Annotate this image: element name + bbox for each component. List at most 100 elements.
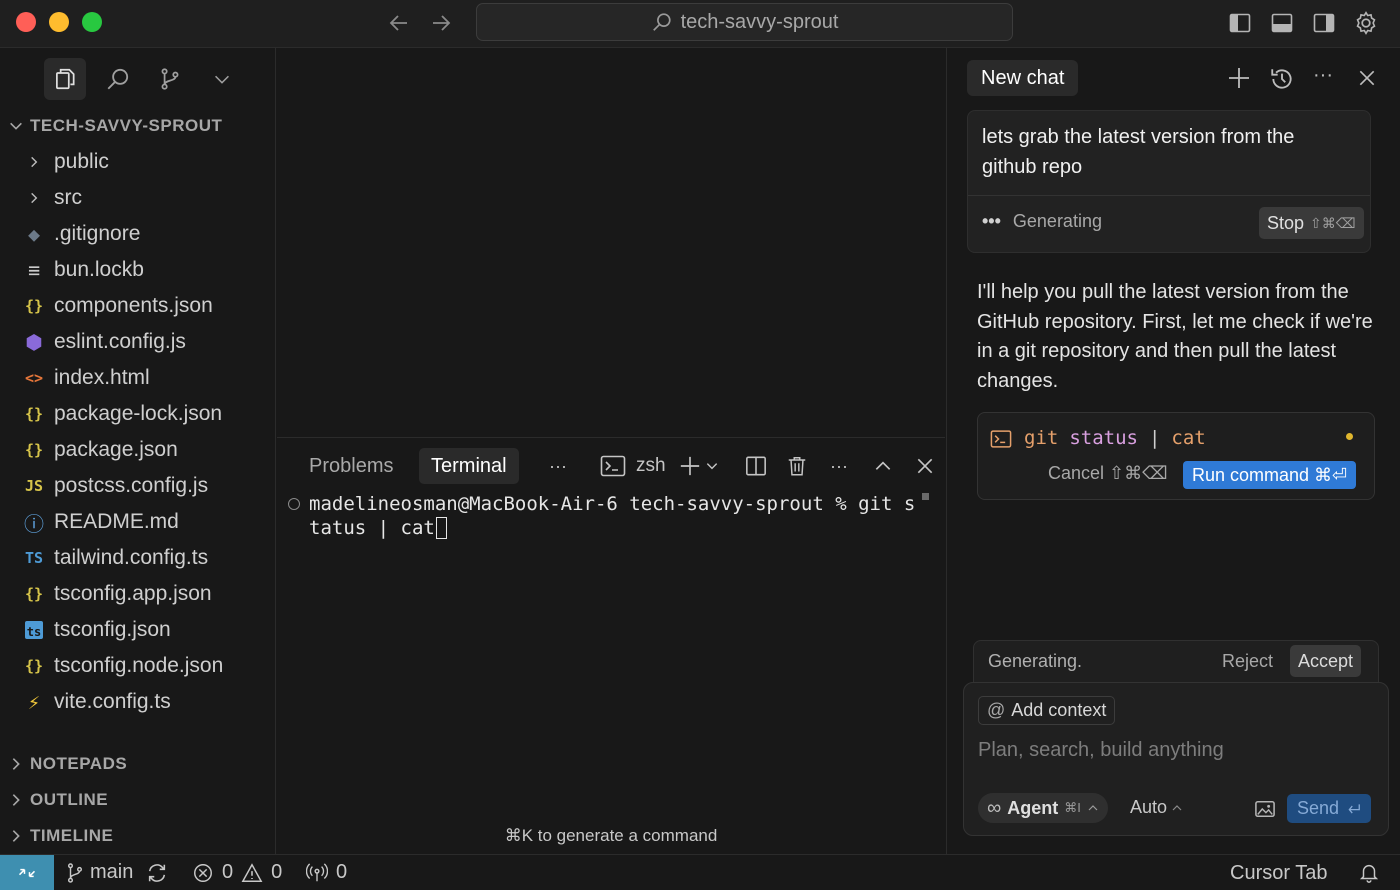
history-icon[interactable] [1269,66,1295,92]
toggle-panel-icon[interactable] [1267,8,1297,38]
accept-button[interactable]: Accept [1290,645,1362,677]
tree-item-label: vite.config.ts [54,690,171,713]
assistant-message: I'll help you pull the latest version fr… [977,281,1373,392]
source-control-icon[interactable] [149,58,191,100]
image-icon[interactable] [1254,799,1276,819]
tree-folder[interactable]: src [22,180,272,216]
terminal-scrollbar[interactable] [922,493,929,500]
problems-indicator[interactable]: 0 0 [192,861,282,884]
send-button[interactable]: Send [1287,794,1372,823]
user-message-card[interactable]: lets grab the latest version from the gi… [967,110,1371,253]
tree-file[interactable]: {} tsconfig.app.json [22,576,272,612]
chat-composer: @ Add context Plan, search, build anythi… [963,682,1389,836]
tree-folder[interactable]: public [22,144,272,180]
tab-terminal[interactable]: Terminal [419,448,519,484]
ports-count: 0 [336,861,348,883]
tree-item-label: index.html [54,366,150,389]
timeline-section[interactable]: TIMELINE [8,822,113,850]
minimize-window-button[interactable] [49,12,69,32]
html-icon: <> [24,369,44,387]
chevron-up-icon[interactable] [873,452,893,480]
git-branch-icon [66,862,84,884]
trash-icon[interactable] [786,452,808,480]
tab-problems-label: Problems [309,454,394,477]
warning-icon [241,862,263,884]
close-icon[interactable] [1357,68,1377,88]
plus-icon [679,455,701,477]
close-window-button[interactable] [16,12,36,32]
tree-file[interactable]: JS postcss.config.js [22,468,272,504]
add-context-button[interactable]: @ Add context [978,696,1116,725]
tree-item-label: postcss.config.js [54,474,209,497]
run-command-button[interactable]: Run command ⌘⏎ [1183,461,1357,489]
cancel-button[interactable]: Cancel ⇧⌘⌫ [1048,463,1168,484]
add-context-label: Add context [1011,700,1107,720]
agent-mode-selector[interactable]: ∞ Agent ⌘I [978,793,1108,823]
remote-icon[interactable] [0,855,54,890]
cursor-tab-status[interactable]: Cursor Tab [1230,862,1327,885]
outline-section[interactable]: OUTLINE [8,786,108,814]
tree-file[interactable]: {} components.json [22,288,272,324]
terminal-hint: ⌘K to generate a command [504,826,718,845]
branch-indicator[interactable]: main [66,861,133,884]
forward-arrow-icon[interactable] [426,8,456,38]
notepads-section[interactable]: NOTEPADS [8,750,127,778]
stop-button[interactable]: Stop ⇧⌘⌫ [1259,207,1364,239]
more-options-button[interactable]: ··· [1313,64,1333,87]
toggle-left-sidebar-icon[interactable] [1225,8,1255,38]
reject-button[interactable]: Reject [1222,651,1273,672]
more-tabs-button[interactable]: ··· [549,452,567,480]
tree-file[interactable]: {} tsconfig.node.json [22,648,272,684]
tree-item-label: .gitignore [54,222,141,245]
generating-indicator: ••• Generating [982,211,1102,232]
tree-file[interactable]: ◆ .gitignore [22,216,272,252]
json-icon: {} [24,441,44,459]
chevron-up-icon [1087,802,1099,814]
more-actions-button[interactable]: ··· [830,452,848,480]
files-icon[interactable] [44,58,86,100]
tab-new-chat[interactable]: New chat [967,60,1079,96]
tree-file[interactable]: ⚡ vite.config.ts [22,684,272,720]
new-terminal-button[interactable] [679,452,719,480]
command-token: status [1069,427,1138,449]
tree-file[interactable]: {} package-lock.json [22,396,272,432]
tree-file[interactable]: TS tailwind.config.ts [22,540,272,576]
tree-item-label: README.md [54,510,179,533]
gear-icon[interactable] [1351,8,1381,38]
toggle-right-sidebar-icon[interactable] [1309,8,1339,38]
terminal-output[interactable]: madelineosman@MacBook-Air-6 tech-savvy-s… [309,492,929,540]
generation-status: Generating. [988,651,1083,671]
ts-box-icon: ts [25,621,43,639]
close-icon[interactable] [915,452,935,480]
chevron-down-icon[interactable] [201,58,243,100]
model-selector[interactable]: Auto [1130,797,1183,818]
terminal-icon [990,429,1012,449]
chat-input[interactable]: Plan, search, build anything [978,739,1368,762]
stop-label: Stop [1267,212,1305,233]
back-arrow-icon[interactable] [384,8,414,38]
bell-icon[interactable] [1358,862,1380,884]
tab-problems[interactable]: Problems [297,448,405,484]
tree-file[interactable]: <> index.html [22,360,272,396]
tree-file[interactable]: ≡ bun.lockb [22,252,272,288]
tree-file[interactable]: ⬢ eslint.config.js [22,324,272,360]
sync-icon[interactable] [146,862,168,884]
chevron-down-icon [705,459,719,473]
terminal-shell-selector[interactable]: zsh [600,452,666,480]
tree-file[interactable]: ⓘ README.md [22,504,272,540]
project-title: TECH-SAVVY-SPROUT [30,116,223,135]
terminal-cursor [435,517,447,539]
tree-item-label: tailwind.config.ts [54,546,209,569]
search-icon[interactable] [97,58,139,100]
editor-area[interactable] [277,48,945,436]
tree-file[interactable]: ts tsconfig.json [22,612,272,648]
command-text[interactable]: git status | cat [1024,427,1206,449]
ports-indicator[interactable]: 0 [306,861,347,884]
maximize-window-button[interactable] [82,12,102,32]
tree-file[interactable]: {} package.json [22,432,272,468]
command-search-box[interactable]: tech-savvy-sprout [476,3,1013,41]
split-terminal-icon[interactable] [745,452,767,480]
plus-icon[interactable] [1227,66,1251,90]
project-folder-header[interactable]: TECH-SAVVY-SPROUT [8,112,222,140]
json-icon: {} [24,405,44,423]
